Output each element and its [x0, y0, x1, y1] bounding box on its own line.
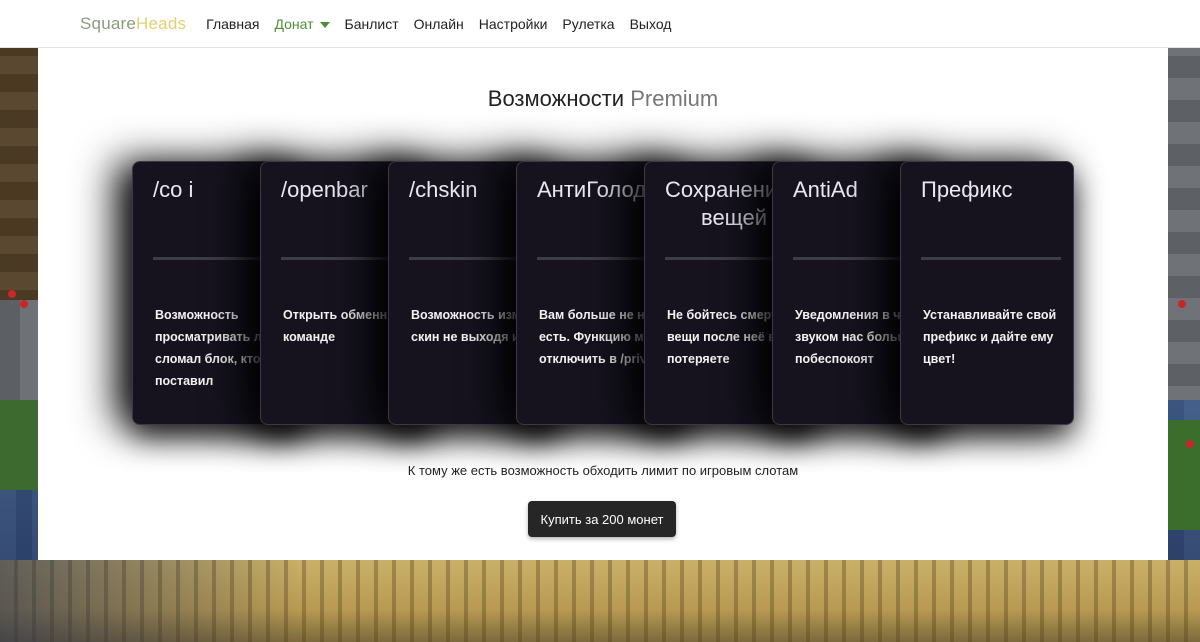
nav-link-banlist[interactable]: Банлист — [345, 16, 399, 32]
feature-cards: /co i Возможность просматривать лог кто … — [132, 161, 1082, 425]
slot-limit-note: К тому же есть возможность обходить лими… — [407, 463, 799, 478]
nav-links: Главная Донат Банлист Онлайн Настройки Р… — [206, 16, 686, 32]
nav-link-home[interactable]: Главная — [206, 16, 259, 32]
brand-part-square: Square — [80, 13, 137, 33]
background-flower — [20, 300, 28, 308]
background-flower — [1178, 300, 1186, 308]
card-description: Устанавливайте свой префикс и дайте ему … — [923, 308, 1057, 366]
page-title: Возможности Premium — [38, 86, 1168, 112]
brand-part-heads: Heads — [136, 13, 187, 33]
background-stone-right — [1166, 48, 1200, 408]
brand-logo[interactable]: SquareHeads — [80, 14, 186, 34]
caret-down-icon — [319, 21, 330, 28]
card-title: Префикс — [921, 177, 1013, 202]
background-grass-right — [1166, 420, 1200, 530]
background-wood-wall — [0, 48, 40, 308]
background-stone-left — [0, 300, 40, 400]
background-flower — [1186, 440, 1194, 448]
nav-link-logout[interactable]: Выход — [630, 16, 672, 32]
nav-link-settings[interactable]: Настройки — [479, 16, 548, 32]
top-navbar: SquareHeads Главная Донат Банлист Онлайн… — [0, 0, 1200, 48]
nav-link-online[interactable]: Онлайн — [414, 16, 464, 32]
card-title-line1: Сохранение — [665, 177, 790, 202]
nav-link-donate-label: Донат — [274, 15, 314, 32]
page-title-premium: Premium — [630, 86, 719, 111]
background-shade — [0, 560, 300, 642]
background-flower — [8, 290, 16, 298]
buy-premium-button[interactable]: Купить за 200 монет — [528, 501, 676, 537]
card-divider — [921, 257, 1061, 260]
feature-card-prefix[interactable]: Префикс Устанавливайте свой префикс и да… — [900, 161, 1074, 425]
nav-link-roulette[interactable]: Рулетка — [562, 16, 614, 32]
page-title-prefix: Возможности — [487, 86, 631, 111]
nav-link-donate[interactable]: Донат — [274, 15, 330, 32]
main-panel: Возможности Premium /co i Возможность пр… — [38, 48, 1168, 560]
background-grass-left — [0, 400, 40, 490]
